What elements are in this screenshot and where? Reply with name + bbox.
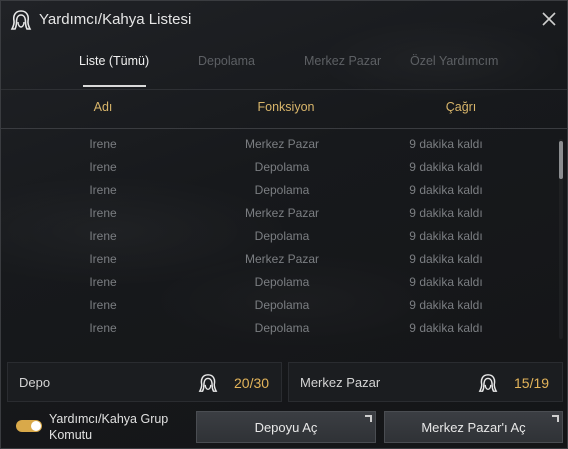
row-function: Depolama	[254, 298, 310, 312]
row-name: Irene	[89, 183, 117, 197]
row-function: Merkez Pazar	[244, 206, 320, 220]
row-name: Irene	[89, 298, 117, 312]
toggle-knob	[31, 421, 41, 431]
maid-icon	[198, 374, 218, 392]
open-market-label: Merkez Pazar'ı Aç	[421, 419, 526, 435]
tab-bar: Liste (Tümü) Depolama Merkez Pazar Özel …	[1, 39, 567, 89]
tab-storage[interactable]: Depolama	[198, 54, 255, 68]
row-name: Irene	[89, 275, 117, 289]
row-name: Irene	[89, 160, 117, 174]
storage-count-panel: Depo 20/30	[7, 362, 282, 402]
column-header-call: Çağrı	[445, 100, 477, 114]
expand-corner-icon	[552, 415, 559, 422]
row-function: Merkez Pazar	[244, 137, 320, 151]
market-count-label: Merkez Pazar	[300, 375, 381, 390]
table-row[interactable]: Irene Depolama 9 dakika kaldı	[1, 179, 551, 202]
row-function: Depolama	[254, 275, 310, 289]
divider	[1, 128, 567, 129]
row-name: Irene	[89, 252, 117, 266]
table-row[interactable]: Irene Depolama 9 dakika kaldı	[1, 317, 551, 340]
scrollbar-thumb[interactable]	[559, 141, 563, 179]
group-command-toggle[interactable]	[16, 420, 42, 432]
group-command-label: Yardımcı/Kahya Grup Komutu	[49, 412, 169, 442]
tab-my-special-maid[interactable]: Özel Yardımcım	[410, 54, 498, 68]
row-name: Irene	[89, 321, 117, 335]
row-call: 9 dakika kaldı	[409, 183, 483, 197]
row-call: 9 dakika kaldı	[409, 137, 483, 151]
storage-count-label: Depo	[19, 375, 51, 390]
maid-icon	[478, 374, 498, 392]
storage-count-value: 20/30	[234, 375, 270, 391]
window-title: Yardımcı/Kahya Listesi	[39, 11, 192, 28]
open-market-button[interactable]: Merkez Pazar'ı Aç	[384, 411, 563, 443]
maid-list: Irene Merkez Pazar 9 dakika kaldı Irene …	[1, 133, 551, 343]
open-storage-label: Depoyu Aç	[254, 419, 318, 435]
row-call: 9 dakika kaldı	[409, 252, 483, 266]
tab-list-all[interactable]: Liste (Tümü)	[79, 54, 149, 68]
close-icon[interactable]	[539, 9, 559, 29]
table-row[interactable]: Irene Merkez Pazar 9 dakika kaldı	[1, 133, 551, 156]
column-header-function: Fonksiyon	[257, 100, 315, 114]
row-function: Depolama	[254, 229, 310, 243]
row-call: 9 dakika kaldı	[409, 160, 483, 174]
row-function: Depolama	[254, 321, 310, 335]
market-count-value: 15/19	[514, 375, 550, 391]
maid-list-window: Yardımcı/Kahya Listesi Liste (Tümü) Depo…	[0, 0, 568, 449]
active-tab-indicator	[83, 85, 146, 87]
row-name: Irene	[89, 229, 117, 243]
row-call: 9 dakika kaldı	[409, 275, 483, 289]
title-bar[interactable]: Yardımcı/Kahya Listesi	[1, 1, 567, 39]
table-row[interactable]: Irene Depolama 9 dakika kaldı	[1, 294, 551, 317]
tab-central-market[interactable]: Merkez Pazar	[304, 54, 381, 68]
table-row[interactable]: Irene Depolama 9 dakika kaldı	[1, 271, 551, 294]
maid-icon	[10, 10, 32, 30]
table-row[interactable]: Irene Depolama 9 dakika kaldı	[1, 225, 551, 248]
row-call: 9 dakika kaldı	[409, 321, 483, 335]
open-storage-button[interactable]: Depoyu Aç	[196, 411, 376, 443]
market-count-panel: Merkez Pazar 15/19	[288, 362, 563, 402]
table-row[interactable]: Irene Depolama 9 dakika kaldı	[1, 156, 551, 179]
row-call: 9 dakika kaldı	[409, 206, 483, 220]
table-row[interactable]: Irene Merkez Pazar 9 dakika kaldı	[1, 248, 551, 271]
table-header: Adı Fonksiyon Çağrı	[1, 90, 567, 128]
row-function: Depolama	[254, 160, 310, 174]
row-function: Depolama	[254, 183, 310, 197]
column-header-name: Adı	[93, 100, 113, 114]
row-name: Irene	[89, 206, 117, 220]
row-name: Irene	[89, 137, 117, 151]
table-row[interactable]: Irene Merkez Pazar 9 dakika kaldı	[1, 202, 551, 225]
row-call: 9 dakika kaldı	[409, 298, 483, 312]
row-call: 9 dakika kaldı	[409, 229, 483, 243]
row-function: Merkez Pazar	[244, 252, 320, 266]
expand-corner-icon	[365, 415, 372, 422]
